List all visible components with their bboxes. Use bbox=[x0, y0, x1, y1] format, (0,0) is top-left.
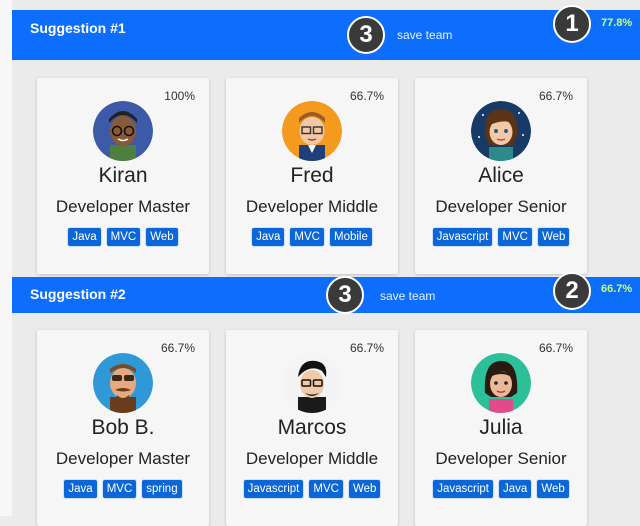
member-name: Fred bbox=[290, 164, 334, 187]
alice-avatar-icon bbox=[471, 101, 531, 161]
suggestion-1-step-badge: 3 bbox=[347, 16, 385, 54]
skill-tag: Java bbox=[498, 479, 533, 499]
member-card-bob[interactable]: 66.7% Bob B. Developer Master Java MVC s… bbox=[37, 330, 209, 526]
suggestion-1-rank-badge: 1 bbox=[553, 5, 591, 43]
suggestion-2-title: Suggestion #2 bbox=[30, 286, 126, 302]
suggestion-2-score: 66.7% bbox=[601, 283, 633, 295]
skill-tags: Java MVC Web bbox=[37, 227, 209, 247]
match-percent: 66.7% bbox=[160, 341, 195, 355]
member-card-fred[interactable]: 66.7% Fred Developer Middle Java MVC Mob… bbox=[226, 78, 398, 274]
match-percent: 100% bbox=[164, 89, 195, 103]
member-name: Alice bbox=[478, 164, 524, 187]
member-name: Julia bbox=[479, 416, 523, 439]
skill-tag: Web bbox=[145, 227, 179, 247]
skill-tag: MVC bbox=[308, 479, 344, 499]
suggestion-1-header: Suggestion #1 bbox=[12, 10, 640, 60]
skill-tag: MVC bbox=[101, 479, 138, 499]
skill-tag: Mobile bbox=[328, 227, 373, 247]
skill-tag: Web bbox=[347, 479, 382, 499]
kiran-avatar-icon bbox=[93, 101, 153, 161]
skill-tag: spring bbox=[141, 479, 183, 499]
suggestion-2-save-team-button[interactable]: save team bbox=[380, 289, 435, 303]
member-name: Kiran bbox=[98, 164, 148, 187]
member-name: Marcos bbox=[277, 416, 347, 439]
member-role: Developer Middle bbox=[245, 197, 379, 216]
skill-tag: Web bbox=[536, 227, 571, 247]
member-role: Developer Senior bbox=[435, 449, 567, 468]
skill-tag: MVC bbox=[289, 227, 325, 247]
member-role: Developer Middle bbox=[245, 449, 379, 468]
julia-avatar-icon bbox=[471, 353, 531, 413]
skill-tag: Java bbox=[251, 227, 286, 247]
member-card-kiran[interactable]: 100% Kiran Developer Master Java MVC Web bbox=[37, 78, 209, 274]
match-percent: 66.7% bbox=[349, 89, 384, 103]
skill-tags: Java MVC Mobile bbox=[226, 227, 398, 247]
suggestion-2-step-badge: 3 bbox=[326, 276, 364, 314]
skill-tag: Javascript bbox=[432, 479, 495, 499]
skill-tags: Javascript MVC Web bbox=[415, 227, 587, 247]
skill-tags: Javascript MVC Web bbox=[226, 479, 398, 499]
member-card-alice[interactable]: 66.7% Alice Developer Senior Javascript … bbox=[415, 78, 587, 274]
suggestion-1-score: 77.8% bbox=[601, 17, 633, 29]
skill-tag: Web bbox=[536, 479, 570, 499]
left-strip bbox=[0, 0, 12, 516]
member-role: Developer Senior bbox=[435, 197, 567, 216]
skill-tag: Javascript bbox=[242, 479, 305, 499]
skill-tags: Java MVC spring bbox=[37, 479, 209, 499]
skill-tag: Java bbox=[67, 227, 102, 247]
skill-tag: MVC bbox=[105, 227, 142, 247]
match-percent: 66.7% bbox=[538, 341, 573, 355]
skill-tag: MVC bbox=[497, 227, 533, 247]
suggestion-2-rank-badge: 2 bbox=[553, 272, 591, 310]
skill-tags: Javascript Java Web bbox=[415, 479, 587, 499]
marcos-avatar-icon bbox=[282, 353, 342, 413]
skill-tag: Javascript bbox=[431, 227, 494, 247]
member-card-julia[interactable]: 66.7% Julia Developer Senior Javascript … bbox=[415, 330, 587, 526]
member-name: Bob B. bbox=[91, 416, 155, 439]
match-percent: 66.7% bbox=[538, 89, 573, 103]
member-role: Developer Master bbox=[55, 449, 191, 468]
member-card-marcos[interactable]: 66.7% Marcos Developer Middle Javascript… bbox=[226, 330, 398, 526]
skill-tag: Java bbox=[63, 479, 98, 499]
member-role: Developer Master bbox=[55, 197, 191, 216]
fred-avatar-icon bbox=[282, 101, 342, 161]
match-percent: 66.7% bbox=[349, 341, 384, 355]
bob-avatar-icon bbox=[93, 353, 153, 413]
suggestion-1-title: Suggestion #1 bbox=[30, 20, 126, 36]
suggestion-1-save-team-button[interactable]: save team bbox=[397, 28, 452, 42]
